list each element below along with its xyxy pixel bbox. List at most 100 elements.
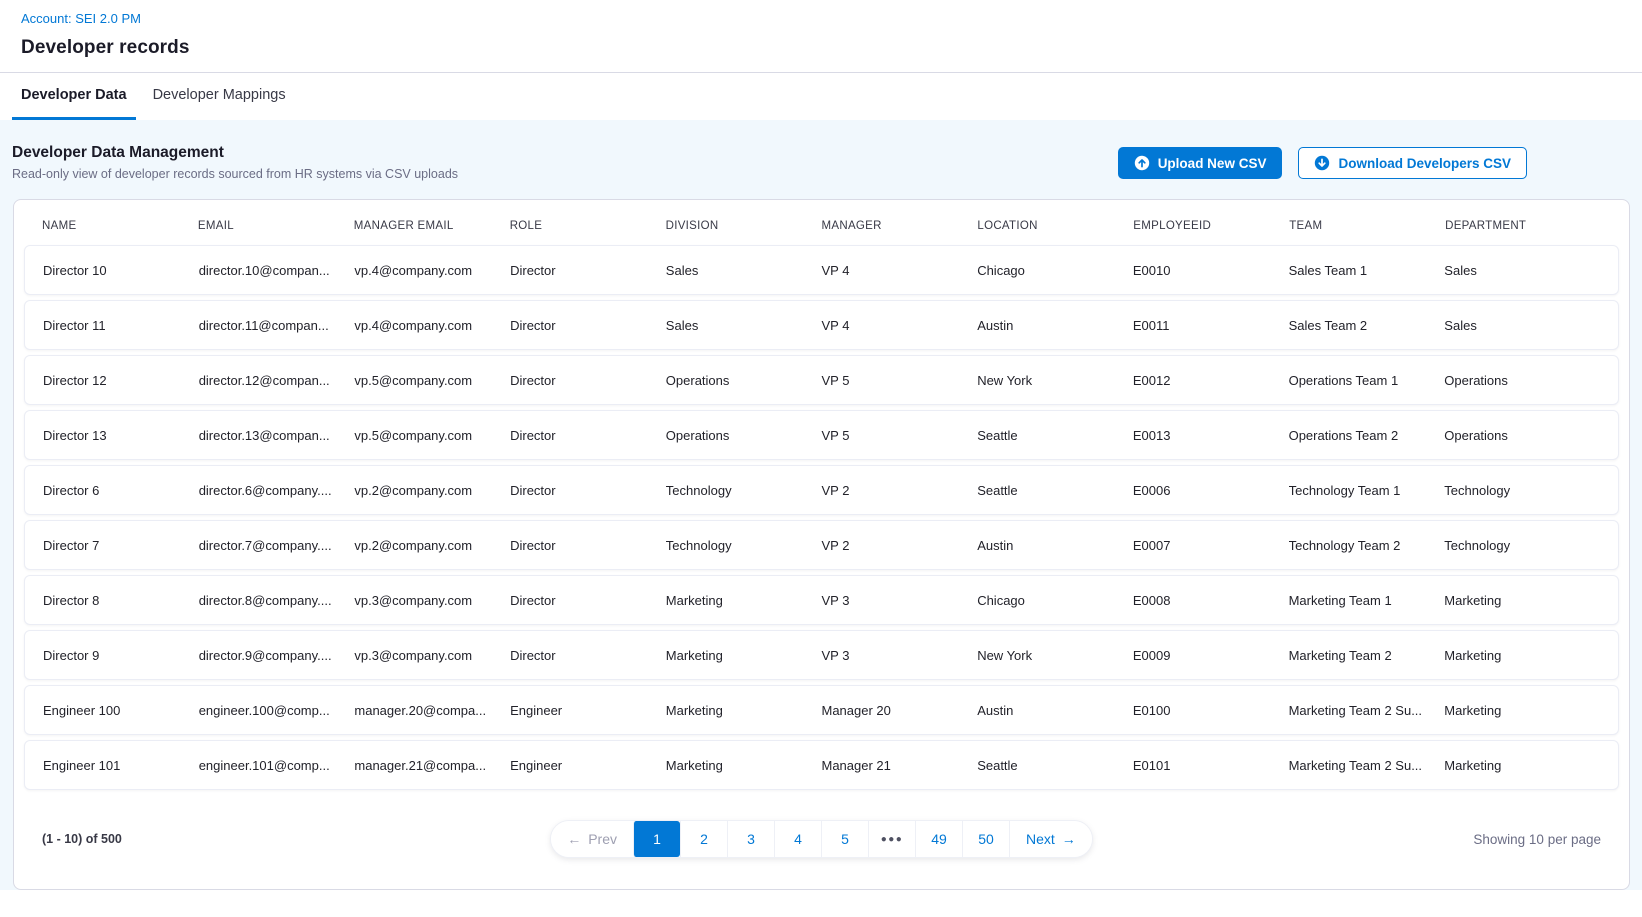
table-cell: engineer.100@comp... [199, 703, 355, 718]
table-row: Director 11director.11@compan...vp.4@com… [24, 300, 1619, 350]
table-cell: vp.2@company.com [354, 483, 510, 498]
table-cell: New York [977, 648, 1133, 663]
table-cell: VP 4 [821, 263, 977, 278]
table-cell: Technology Team 1 [1289, 483, 1445, 498]
tab-label: Developer Mappings [153, 87, 286, 103]
table-cell: Austin [977, 538, 1133, 553]
table-cell: Director [510, 373, 666, 388]
table-cell: Seattle [977, 483, 1133, 498]
table-cell: VP 2 [821, 483, 977, 498]
table-cell: Austin [977, 703, 1133, 718]
upload-button-label: Upload New CSV [1158, 156, 1267, 171]
table-cell: E0011 [1133, 318, 1289, 333]
column-header: EMPLOYEEID [1133, 220, 1289, 232]
table-cell: vp.5@company.com [354, 428, 510, 443]
table-cell: Engineer 100 [43, 703, 199, 718]
table-cell: Director [510, 318, 666, 333]
table-body: Director 10director.10@compan...vp.4@com… [24, 245, 1619, 795]
table-cell: Austin [977, 318, 1133, 333]
tab-developer-mappings[interactable]: Developer Mappings [144, 73, 295, 120]
developer-table-card: NAMEEMAILMANAGER EMAILROLEDIVISIONMANAGE… [13, 199, 1630, 890]
table-cell: engineer.101@comp... [199, 758, 355, 773]
table-cell: vp.4@company.com [354, 318, 510, 333]
table-cell: E0008 [1133, 593, 1289, 608]
column-header: DEPARTMENT [1445, 220, 1601, 232]
table-cell: Marketing [666, 648, 822, 663]
table-cell: Sales [666, 318, 822, 333]
table-cell: Sales [1444, 318, 1600, 333]
table-cell: E0006 [1133, 483, 1289, 498]
table-cell: Technology Team 2 [1289, 538, 1445, 553]
column-header: DIVISION [666, 220, 822, 232]
table-cell: Marketing Team 1 [1289, 593, 1445, 608]
section-titles: Developer Data Management Read-only view… [12, 144, 458, 181]
table-cell: Chicago [977, 593, 1133, 608]
upload-icon [1134, 155, 1150, 171]
table-header-row: NAMEEMAILMANAGER EMAILROLEDIVISIONMANAGE… [24, 206, 1619, 245]
table-cell: Manager 21 [821, 758, 977, 773]
table-cell: Marketing [666, 593, 822, 608]
table-cell: director.8@company.... [199, 593, 355, 608]
table-cell: E0012 [1133, 373, 1289, 388]
download-button-label: Download Developers CSV [1338, 156, 1511, 171]
account-breadcrumb[interactable]: Account: SEI 2.0 PM [21, 11, 141, 26]
next-page-button[interactable]: Next → [1009, 821, 1092, 857]
column-header: MANAGER EMAIL [354, 220, 510, 232]
tab-developer-data[interactable]: Developer Data [12, 73, 136, 120]
page-button[interactable]: 2 [680, 821, 727, 857]
prev-page-button[interactable]: ← Prev [551, 821, 633, 857]
upload-new-csv-button[interactable]: Upload New CSV [1118, 147, 1283, 179]
table-cell: Chicago [977, 263, 1133, 278]
table-cell: vp.3@company.com [354, 648, 510, 663]
table-cell: Director [510, 428, 666, 443]
section-subtitle: Read-only view of developer records sour… [12, 167, 458, 181]
table-cell: Director 12 [43, 373, 199, 388]
table-cell: E0101 [1133, 758, 1289, 773]
table-cell: Marketing Team 2 [1289, 648, 1445, 663]
table-cell: Marketing [1444, 648, 1600, 663]
table-cell: Manager 20 [821, 703, 977, 718]
column-header: LOCATION [977, 220, 1133, 232]
table-cell: Engineer [510, 758, 666, 773]
table-cell: Operations [666, 373, 822, 388]
table-cell: Director [510, 483, 666, 498]
table-cell: Director [510, 263, 666, 278]
table-cell: Director 8 [43, 593, 199, 608]
page-button[interactable]: 1 [633, 821, 680, 857]
table-cell: Technology [666, 538, 822, 553]
page-button[interactable]: 3 [727, 821, 774, 857]
table-cell: Sales [666, 263, 822, 278]
table-cell: vp.2@company.com [354, 538, 510, 553]
table-cell: Operations Team 1 [1289, 373, 1445, 388]
download-developers-csv-button[interactable]: Download Developers CSV [1298, 147, 1527, 179]
page-button[interactable]: 50 [962, 821, 1009, 857]
table-row: Director 9director.9@company....vp.3@com… [24, 630, 1619, 680]
arrow-left-icon: ← [567, 831, 581, 847]
table-cell: VP 3 [821, 648, 977, 663]
table-cell: E0009 [1133, 648, 1289, 663]
column-header: MANAGER [821, 220, 977, 232]
tab-bar: Developer Data Developer Mappings [0, 73, 1642, 120]
page-button[interactable]: 4 [774, 821, 821, 857]
table-cell: director.11@compan... [199, 318, 355, 333]
table-cell: vp.3@company.com [354, 593, 510, 608]
table-cell: Director 13 [43, 428, 199, 443]
table-cell: E0010 [1133, 263, 1289, 278]
table-cell: director.13@compan... [199, 428, 355, 443]
csv-actions: Upload New CSV Download Developers CSV [1118, 147, 1527, 179]
table-cell: Engineer [510, 703, 666, 718]
table-row: Engineer 100engineer.100@comp...manager.… [24, 685, 1619, 735]
table-cell: Marketing [666, 758, 822, 773]
table-cell: VP 5 [821, 373, 977, 388]
table-cell: Sales [1444, 263, 1600, 278]
table-row: Engineer 101engineer.101@comp...manager.… [24, 740, 1619, 790]
tab-label: Developer Data [21, 87, 127, 103]
page-button[interactable]: 49 [915, 821, 962, 857]
page-button[interactable]: 5 [821, 821, 868, 857]
pagination-range-label: (1 - 10) of 500 [42, 832, 122, 846]
table-cell: VP 2 [821, 538, 977, 553]
table-cell: Seattle [977, 428, 1133, 443]
table-row: Director 13director.13@compan...vp.5@com… [24, 410, 1619, 460]
table-row: Director 6director.6@company....vp.2@com… [24, 465, 1619, 515]
table-cell: director.9@company.... [199, 648, 355, 663]
